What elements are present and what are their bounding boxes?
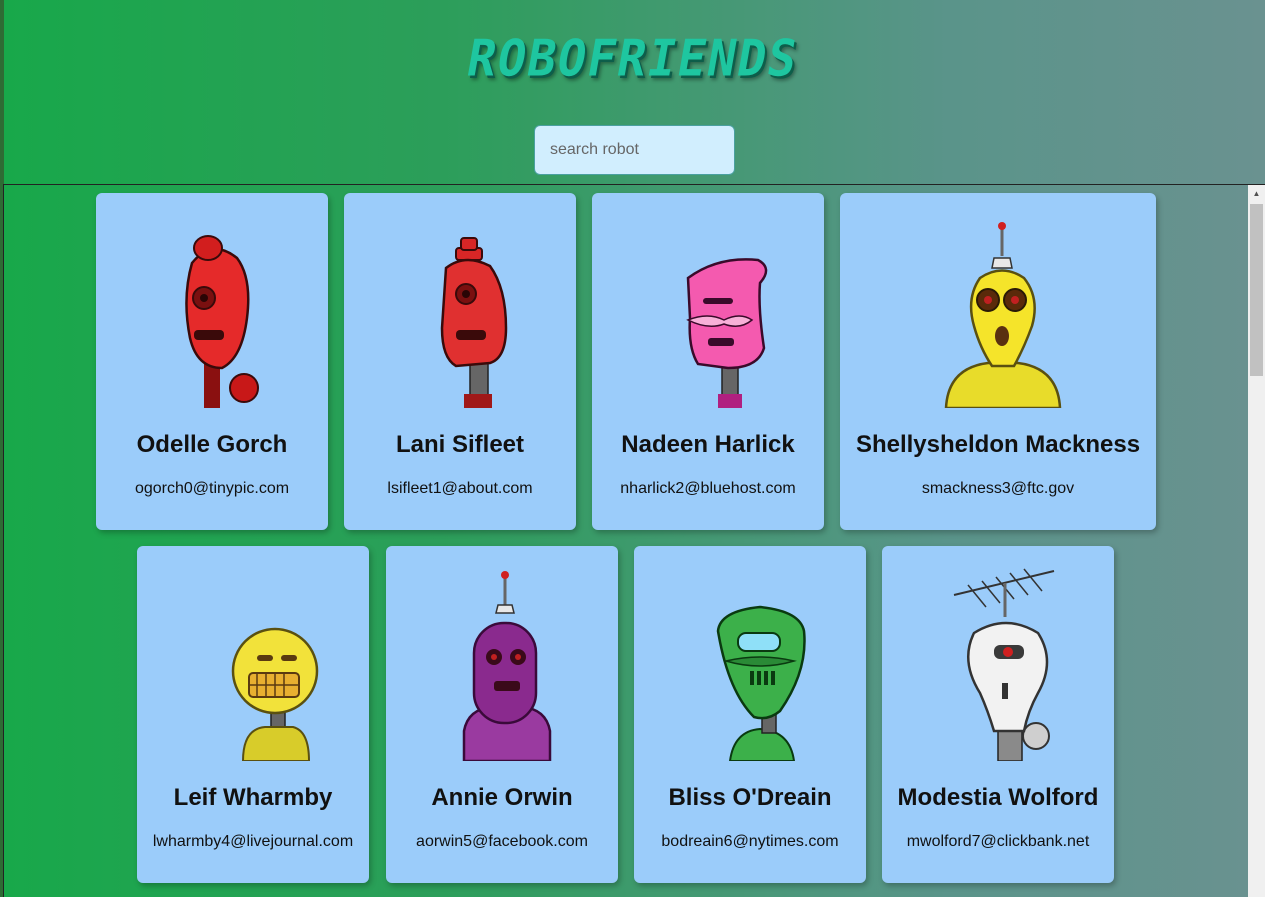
robot-email: bodreain6@nytimes.com: [661, 833, 839, 850]
scrollbar-thumb[interactable]: [1250, 204, 1263, 376]
robot-card[interactable]: Modestia Wolford mwolford7@clickbank.net: [882, 546, 1114, 883]
yellow-robot-avatar-icon: [231, 627, 319, 761]
robot-email: lsifleet1@about.com: [387, 480, 533, 497]
robot-email: ogorch0@tinypic.com: [134, 480, 290, 497]
yellow-robot-avatar-icon: [944, 222, 1062, 408]
robot-card-list[interactable]: Odelle Gorch ogorch0@tinypic.com Lani Si…: [3, 184, 1265, 897]
search-input[interactable]: [534, 125, 735, 175]
scroll-up-arrow-icon[interactable]: ▲: [1248, 185, 1265, 202]
white-robot-avatar-icon: [953, 568, 1055, 761]
robot-name: Lani Sifleet: [395, 431, 525, 458]
robot-email: smackness3@ftc.gov: [921, 480, 1075, 497]
robot-name: Nadeen Harlick: [621, 431, 795, 458]
green-robot-avatar-icon: [716, 605, 806, 761]
robot-email: lwharmby4@livejournal.com: [152, 833, 354, 850]
red-robot-avatar-icon: [440, 237, 508, 408]
robot-card[interactable]: Lani Sifleet lsifleet1@about.com: [344, 193, 576, 530]
robot-name: Modestia Wolford: [897, 784, 1099, 811]
robot-name: Odelle Gorch: [136, 431, 288, 458]
robot-avatar: [592, 208, 824, 408]
purple-robot-avatar-icon: [462, 571, 552, 761]
robot-card[interactable]: Shellysheldon Mackness smackness3@ftc.go…: [840, 193, 1156, 530]
robot-card[interactable]: Nadeen Harlick nharlick2@bluehost.com: [592, 193, 824, 530]
robot-email: mwolford7@clickbank.net: [906, 833, 1090, 850]
robot-avatar: [634, 561, 866, 761]
robot-card[interactable]: Bliss O'Dreain bodreain6@nytimes.com: [634, 546, 866, 883]
robot-avatar: [840, 208, 1156, 408]
robot-avatar: [96, 208, 328, 408]
vertical-scrollbar[interactable]: ▲: [1248, 185, 1265, 897]
robot-name: Shellysheldon Mackness: [855, 431, 1141, 458]
app-title: ROBOFRIENDS: [462, 29, 804, 89]
robot-name: Annie Orwin: [431, 784, 573, 811]
robot-card[interactable]: Odelle Gorch ogorch0@tinypic.com: [96, 193, 328, 530]
robot-card[interactable]: Leif Wharmby lwharmby4@livejournal.com: [137, 546, 369, 883]
robot-avatar: [344, 208, 576, 408]
red-robot-avatar-icon: [185, 235, 259, 408]
robot-avatar: [882, 561, 1114, 761]
robot-card[interactable]: Annie Orwin aorwin5@facebook.com: [386, 546, 618, 883]
pink-robot-avatar-icon: [686, 258, 768, 408]
robot-name: Bliss O'Dreain: [668, 784, 832, 811]
header: ROBOFRIENDS: [0, 26, 1265, 96]
robot-email: aorwin5@facebook.com: [416, 833, 588, 850]
robot-avatar: [137, 561, 369, 761]
robot-avatar: [386, 561, 618, 761]
robot-name: Leif Wharmby: [173, 784, 333, 811]
robot-email: nharlick2@bluehost.com: [620, 480, 796, 497]
